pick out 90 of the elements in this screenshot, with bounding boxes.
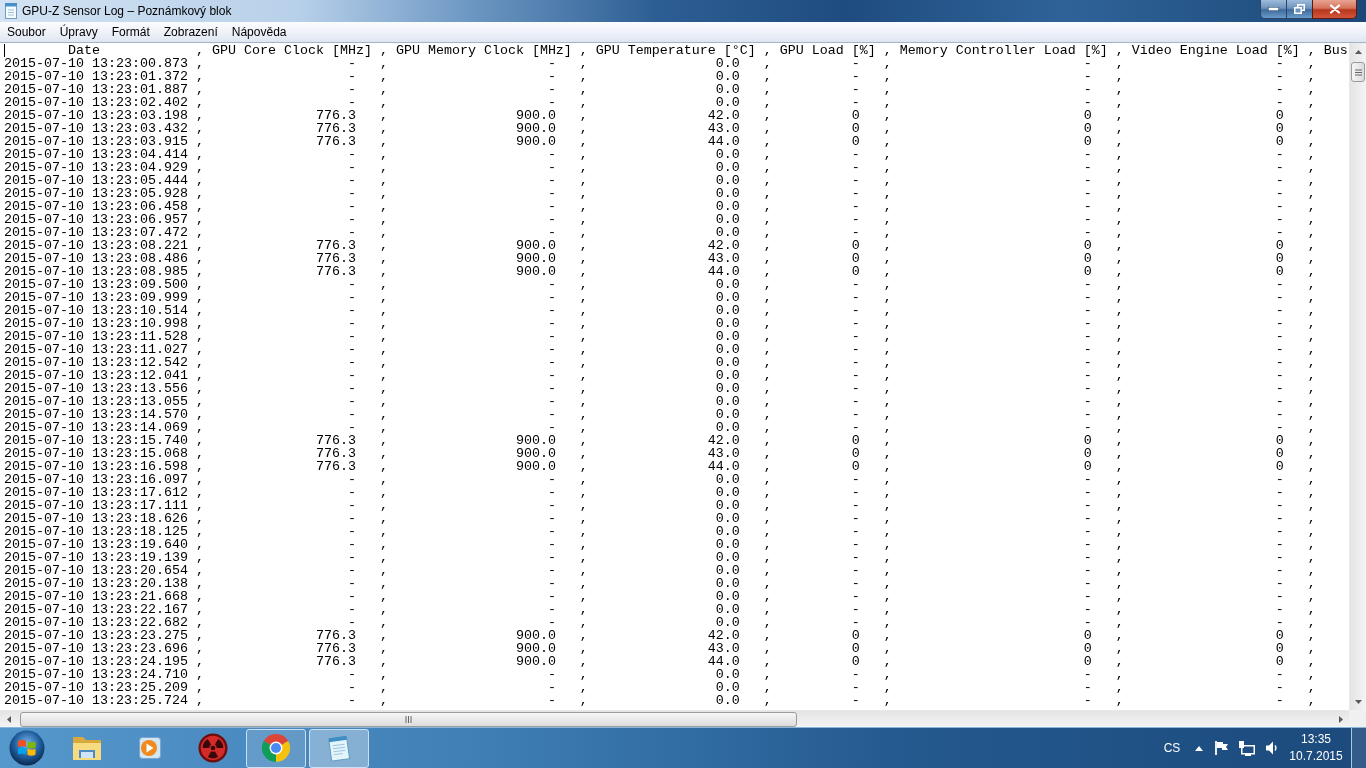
text-line: 2015-07-10 13:23:08.221 , 776.3 , 900.0 , 42.0 , 0 , 0 , 0 ,: [4, 239, 1316, 252]
radiation-icon: [198, 733, 228, 763]
text-line: 2015-07-10 13:23:05.928 , - , - , 0.0 , - , - , - ,: [4, 187, 1316, 200]
text-line: 2015-07-10 13:23:23.696 , 776.3 , 900.0 , 43.0 , 0 , 0 , 0 ,: [4, 642, 1316, 655]
text-line: 2015-07-10 13:23:19.640 , - , - , 0.0 , - , - , - ,: [4, 538, 1316, 551]
folder-icon: [71, 735, 103, 761]
network-icon: [1239, 740, 1255, 756]
menu-item[interactable]: Soubor: [0, 22, 53, 42]
text-line: 2015-07-10 13:23:03.432 , 776.3 , 900.0 , 43.0 , 0 , 0 , 0 ,: [4, 122, 1316, 135]
text-line: 2015-07-10 13:23:11.528 , - , - , 0.0 , - , - , - ,: [4, 330, 1316, 343]
taskbar-button[interactable]: [309, 728, 369, 768]
speaker-icon: [1266, 741, 1278, 755]
text-line: 2015-07-10 13:23:24.710 , - , - , 0.0 , - , - , - ,: [4, 668, 1316, 681]
text-line: 2015-07-10 13:23:17.612 , - , - , 0.0 , - , - , - ,: [4, 486, 1316, 499]
text-line: 2015-07-10 13:23:10.998 , - , - , 0.0 , - , - , - ,: [4, 317, 1316, 330]
text-line: 2015-07-10 13:23:16.598 , 776.3 , 900.0 , 44.0 , 0 , 0 , 0 ,: [4, 460, 1316, 473]
up-arrow-icon: [1195, 745, 1203, 751]
text-line: 2015-07-10 13:23:11.027 , - , - , 0.0 , - , - , - ,: [4, 343, 1316, 356]
text-line: 2015-07-10 13:23:04.414 , - , - , 0.0 , - , - , - ,: [4, 148, 1316, 161]
text-line: 2015-07-10 13:23:17.111 , - , - , 0.0 , - , - , - ,: [4, 499, 1316, 512]
text-line: 2015-07-10 13:23:12.041 , - , - , 0.0 , - , - , - ,: [4, 369, 1316, 382]
text-line: 2015-07-10 13:23:20.654 , - , - , 0.0 , - , - , - ,: [4, 564, 1316, 577]
grip-icon: [405, 715, 412, 723]
left-arrow-icon: [6, 715, 11, 723]
text-line: 2015-07-10 13:23:01.887 , - , - , 0.0 , - , - , - ,: [4, 83, 1316, 96]
text-line: 2015-07-10 13:23:13.055 , - , - , 0.0 , - , - , - ,: [4, 395, 1316, 408]
show-desktop-button[interactable]: [1351, 728, 1366, 768]
text-line: 2015-07-10 13:23:25.724 , - , - , 0.0 , - , - , - ,: [4, 694, 1316, 707]
close-button[interactable]: [1312, 0, 1357, 19]
language-button[interactable]: CS: [1156, 728, 1188, 768]
text-line: 2015-07-10 13:23:22.167 , - , - , 0.0 , - , - , - ,: [4, 603, 1316, 616]
scrollbar-corner: [1349, 710, 1366, 727]
text-line: 2015-07-10 13:23:04.929 , - , - , 0.0 , - , - , - ,: [4, 161, 1316, 174]
close-icon: [1328, 4, 1341, 14]
text-line: 2015-07-10 13:23:10.514 , - , - , 0.0 , - , - , - ,: [4, 304, 1316, 317]
text-line: 2015-07-10 13:23:15.068 , 776.3 , 900.0 , 43.0 , 0 , 0 , 0 ,: [4, 447, 1316, 460]
grip-icon: [1354, 68, 1362, 76]
text-line: Date , GPU Core Clock [MHz] , GPU Memory Clock [MHz] , GPU Temperature [°C] , GPU Load [%] , Memory Controller Load [%] , Video Engine Load [%] , Bus: [67, 44, 1348, 57]
flag-icon: [1215, 741, 1229, 755]
text-line: 2015-07-10 13:23:20.138 , - , - , 0.0 , - , - , - ,: [4, 577, 1316, 590]
text-line: 2015-07-10 13:23:06.458 , - , - , 0.0 , - , - , - ,: [4, 200, 1316, 213]
text-line: 2015-07-10 13:23:19.139 , - , - , 0.0 , - , - , - ,: [4, 551, 1316, 564]
window-title: GPU-Z Sensor Log – Poznámkový blok: [22, 3, 232, 20]
horizontal-scrollbar[interactable]: [0, 710, 1349, 727]
clock[interactable]: 13:35 10.7.2015: [1284, 728, 1348, 768]
menu-item[interactable]: Formát: [104, 22, 157, 42]
restore-icon: [1294, 4, 1305, 14]
text-line: 2015-07-10 13:23:22.682 , - , - , 0.0 , - , - , - ,: [4, 616, 1316, 629]
text-line: 2015-07-10 13:23:13.556 , - , - , 0.0 , - , - , - ,: [4, 382, 1316, 395]
text-line: 2015-07-10 13:23:15.740 , 776.3 , 900.0 , 42.0 , 0 , 0 , 0 ,: [4, 434, 1316, 447]
text-line: 2015-07-10 13:23:18.125 , - , - , 0.0 , - , - , - ,: [4, 525, 1316, 538]
text-line: 2015-07-10 13:23:16.097 , - , - , 0.0 , - , - , - ,: [4, 473, 1316, 486]
text-line: 2015-07-10 13:23:03.198 , 776.3 , 900.0 , 42.0 , 0 , 0 , 0 ,: [4, 109, 1316, 122]
text-line: 2015-07-10 13:23:24.195 , 776.3 , 900.0 , 44.0 , 0 , 0 , 0 ,: [4, 655, 1316, 668]
text-line: 2015-07-10 13:23:08.486 , 776.3 , 900.0 , 43.0 , 0 , 0 , 0 ,: [4, 252, 1316, 265]
minimize-button[interactable]: [1260, 0, 1287, 19]
scrollbar-thumb[interactable]: [20, 711, 797, 727]
start-orb-icon: [9, 730, 45, 766]
minimize-icon: [1268, 7, 1279, 11]
text-line: 2015-07-10 13:23:14.069 , - , - , 0.0 , - , - , - ,: [4, 421, 1316, 434]
menu-item[interactable]: Nápověda: [224, 22, 294, 42]
taskbar-button[interactable]: [246, 728, 306, 768]
down-arrow-icon: [1354, 699, 1362, 704]
text-line: 2015-07-10 13:23:02.402 , - , - , 0.0 , - , - , - ,: [4, 96, 1316, 109]
text-line: 2015-07-10 13:23:18.626 , - , - , 0.0 , - , - , - ,: [4, 512, 1316, 525]
menu-item[interactable]: Úpravy: [52, 22, 105, 42]
text-line: 2015-07-10 13:23:23.275 , 776.3 , 900.0 , 42.0 , 0 , 0 , 0 ,: [4, 629, 1316, 642]
text-line: 2015-07-10 13:23:03.915 , 776.3 , 900.0 , 44.0 , 0 , 0 , 0 ,: [4, 135, 1316, 148]
text-line: 2015-07-10 13:23:05.444 , - , - , 0.0 , - , - , - ,: [4, 174, 1316, 187]
scrollbar-thumb[interactable]: [1351, 62, 1365, 82]
notepad-icon: [4, 3, 18, 19]
play-icon: [137, 735, 163, 761]
menu-item[interactable]: Zobrazení: [156, 22, 225, 42]
browser-icon: [262, 734, 290, 762]
notepad-icon: [326, 734, 352, 762]
text-line: 2015-07-10 13:23:09.999 , - , - , 0.0 , - , - , - ,: [4, 291, 1316, 304]
text-line: 2015-07-10 13:23:14.570 , - , - , 0.0 , - , - , - ,: [4, 408, 1316, 421]
text-line: 2015-07-10 13:23:25.209 , - , - , 0.0 , - , - , - ,: [4, 681, 1316, 694]
text-line: 2015-07-10 13:23:00.873 , - , - , 0.0 , - , - , - ,: [4, 57, 1316, 70]
text-line: 2015-07-10 13:23:21.668 , - , - , 0.0 , - , - , - ,: [4, 590, 1316, 603]
up-arrow-icon: [1354, 49, 1362, 54]
text-line: 2015-07-10 13:23:07.472 , - , - , 0.0 , - , - , - ,: [4, 226, 1316, 239]
text-line: 2015-07-10 13:23:12.542 , - , - , 0.0 , - , - , - ,: [4, 356, 1316, 369]
text-line: 2015-07-10 13:23:09.500 , - , - , 0.0 , - , - , - ,: [4, 278, 1316, 291]
right-arrow-icon: [1338, 715, 1343, 723]
text-line: 2015-07-10 13:23:08.985 , 776.3 , 900.0 , 44.0 , 0 , 0 , 0 ,: [4, 265, 1316, 278]
text-line: 2015-07-10 13:23:06.957 , - , - , 0.0 , - , - , - ,: [4, 213, 1316, 226]
vertical-scrollbar[interactable]: [1349, 43, 1366, 710]
text-line: 2015-07-10 13:23:01.372 , - , - , 0.0 , - , - , - ,: [4, 70, 1316, 83]
restore-button[interactable]: [1287, 0, 1312, 19]
